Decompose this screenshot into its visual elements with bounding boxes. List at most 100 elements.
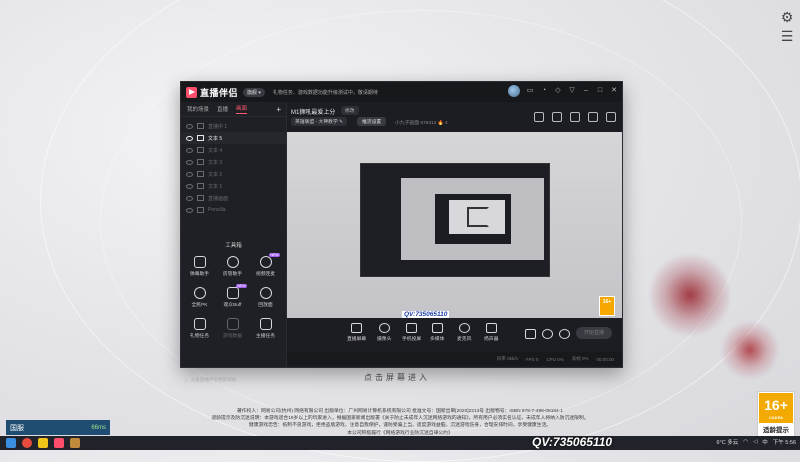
- game-logo: [467, 207, 489, 227]
- media-icon: [431, 323, 443, 333]
- tool-audience-buff[interactable]: NEW 观众Buff: [216, 284, 249, 308]
- speaker-button[interactable]: 扬声器: [484, 323, 498, 342]
- clock[interactable]: 下午 5:56: [773, 438, 796, 446]
- toolbox-grid: 弹幕助手 房管助手 NEW 视频连麦 全民PK NEW 观众Buff 回放面 礼物任…: [183, 253, 284, 339]
- server-widget[interactable]: 国服 66ms: [6, 420, 110, 435]
- tool-streamer-task[interactable]: 主播任务: [249, 318, 282, 339]
- chat-icon: [193, 256, 206, 268]
- eye-icon[interactable]: [186, 207, 193, 213]
- volume-icon[interactable]: ◁: [753, 439, 757, 445]
- ime-indicator[interactable]: 中: [762, 438, 768, 446]
- category-selector[interactable]: 英雄联盟 - 大神教学 ✎: [291, 117, 347, 126]
- data-icon: [226, 318, 239, 330]
- share-icon[interactable]: [606, 112, 616, 122]
- task-icon: [259, 318, 272, 330]
- eye-icon[interactable]: [186, 147, 193, 153]
- tab-my-scenes[interactable]: 我的场景: [187, 105, 209, 113]
- stream-header: M1狮吼最爱上分 修改 英雄联盟 - 大神教学 ✎ 推流设置 小九子画面 678…: [287, 102, 622, 132]
- minimize-icon[interactable]: –: [582, 87, 590, 95]
- heart-icon[interactable]: [542, 329, 553, 339]
- menu-icon[interactable]: ☰: [779, 28, 795, 44]
- phone-cast-button[interactable]: 手机投屏: [402, 323, 421, 342]
- lock-icon[interactable]: [552, 112, 562, 122]
- tool-gift-task[interactable]: 礼物任务: [183, 318, 216, 339]
- logo-icon: [186, 86, 197, 98]
- mic-button[interactable]: 麦克风: [457, 323, 471, 342]
- tool-replay[interactable]: 回放面: [249, 287, 282, 308]
- version-badge[interactable]: 旗舰 ▾: [243, 87, 265, 97]
- legal-footer: 著作权人：网易公司(杭州) 网络有限公司 出版单位：广州网易计算机系统有限公司 …: [211, 409, 589, 436]
- list-item[interactable]: 文本 1: [181, 180, 286, 192]
- click-to-enter-text[interactable]: 点击屏幕进入: [364, 372, 430, 383]
- list-item[interactable]: Pencilla: [181, 204, 286, 216]
- eye-icon[interactable]: [186, 171, 193, 177]
- source-icon: [197, 147, 204, 153]
- start-icon[interactable]: [6, 438, 16, 448]
- gift-icon: [193, 318, 206, 330]
- list-item[interactable]: 文本 4: [181, 144, 286, 156]
- video-icon[interactable]: [525, 329, 536, 339]
- eye-icon[interactable]: [186, 135, 193, 141]
- close-icon[interactable]: ✕: [610, 87, 618, 95]
- source-icon: [197, 123, 204, 129]
- layout-icon[interactable]: [570, 112, 580, 122]
- list-item[interactable]: 文本 2: [181, 168, 286, 180]
- nested-window-preview: [435, 194, 511, 244]
- background-flower: [720, 320, 780, 380]
- settings-icon[interactable]: ⚙: [779, 9, 795, 25]
- app-logo: 直播伴侣: [186, 86, 238, 99]
- help-link[interactable]: ⌕ 斗鱼直播伴侣更新帮助: [185, 377, 286, 383]
- eye-icon[interactable]: [186, 195, 193, 201]
- live-assistant-window: 直播伴侣 旗舰 ▾ 礼物任务、游戏数据功能升级测试中，敬请期待 ▭ ◔ ◇ ▽ …: [180, 81, 623, 383]
- tool-game-data[interactable]: 游戏数据: [216, 318, 249, 339]
- message-icon[interactable]: ▭: [526, 87, 534, 95]
- list-item[interactable]: 文本 3: [181, 156, 286, 168]
- list-item[interactable]: 文本 5: [181, 132, 286, 144]
- live-preview[interactable]: [287, 132, 622, 318]
- add-source-button[interactable]: +: [276, 105, 281, 114]
- camera-button[interactable]: 摄像头: [377, 323, 391, 342]
- tool-video-call[interactable]: NEW 视频连麦: [249, 253, 282, 277]
- server-label: 国服: [10, 424, 24, 432]
- start-live-button[interactable]: 开始直播: [576, 327, 612, 339]
- game-app-icon[interactable]: [70, 438, 80, 448]
- list-item[interactable]: 直播中 1: [181, 120, 286, 132]
- tool-barrage-assistant[interactable]: 弹幕助手: [183, 256, 216, 277]
- tool-pk[interactable]: 全民PK: [183, 287, 216, 308]
- live-app-icon[interactable]: [54, 438, 64, 448]
- shield-icon[interactable]: ◇: [554, 87, 562, 95]
- app-name: 直播伴侣: [200, 87, 239, 98]
- notice-text: 礼物任务、游戏数据功能升级测试中，敬请期待: [272, 89, 378, 96]
- bulb-icon[interactable]: [588, 112, 598, 122]
- network-icon[interactable]: ◠: [743, 439, 748, 445]
- record-icon[interactable]: [534, 112, 544, 122]
- tab-screen[interactable]: 画面: [236, 104, 248, 114]
- nested-preview-area: [401, 178, 544, 260]
- search-icon: ⌕: [185, 377, 188, 383]
- eye-icon[interactable]: [186, 159, 193, 165]
- skin-icon[interactable]: ▽: [568, 87, 576, 95]
- room-meta: 小九子画面 678312 🔥 4: [395, 121, 448, 126]
- chrome-icon[interactable]: [22, 438, 32, 448]
- eye-icon[interactable]: [186, 123, 193, 129]
- source-icon: [197, 171, 204, 177]
- buff-icon: [226, 287, 239, 299]
- status-bar: 码率 0kb/s FPS 0 CPU 0% 丢帧 0% 00:00:00: [287, 352, 622, 366]
- folder-icon[interactable]: [38, 438, 48, 448]
- gear-icon[interactable]: [559, 329, 570, 339]
- tool-room-manager[interactable]: 房管助手: [216, 256, 249, 277]
- weather-text: 6°C 多云: [716, 440, 739, 446]
- video-call-icon: [259, 256, 272, 268]
- bell-icon[interactable]: ◔: [540, 87, 548, 95]
- media-button[interactable]: 多媒体: [430, 323, 444, 342]
- eye-icon[interactable]: [186, 183, 193, 189]
- tab-live[interactable]: 直播: [217, 105, 228, 113]
- mic-icon: [458, 323, 470, 333]
- stream-settings-button[interactable]: 推流设置: [357, 117, 387, 126]
- screen-capture-button[interactable]: 直播屏幕: [347, 323, 366, 342]
- edit-title-button[interactable]: 修改: [341, 106, 359, 115]
- avatar[interactable]: [508, 85, 520, 97]
- list-item[interactable]: 直播画面: [181, 192, 286, 204]
- maximize-icon[interactable]: □: [596, 87, 604, 95]
- status-drop: 丢帧 0%: [571, 356, 589, 361]
